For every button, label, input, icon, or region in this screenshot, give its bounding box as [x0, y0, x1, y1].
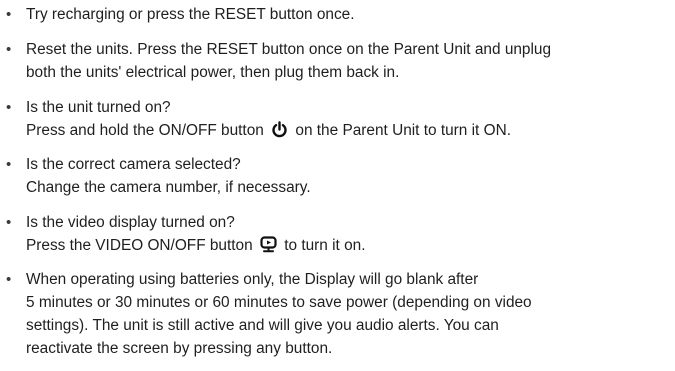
bullet: •: [6, 99, 12, 116]
item-question: Is the unit turned on?: [26, 99, 171, 116]
bullet: •: [6, 271, 12, 288]
item-instruction: Press and hold the ON/OFF button on the …: [26, 119, 511, 142]
bullet: •: [6, 214, 12, 231]
item-question: Is the video display turned on?: [26, 214, 235, 231]
item-text: Reset the units. Press the RESET button …: [26, 41, 552, 58]
item-text: When operating using batteries only, the…: [26, 271, 479, 288]
item-text: both the units' electrical power, then p…: [26, 64, 400, 81]
instruction-text-after: on the Parent Unit to turn it ON.: [295, 122, 511, 139]
power-icon: [271, 121, 288, 138]
item-text: settings). The unit is still active and …: [26, 317, 499, 334]
instruction-text-before: Press and hold the ON/OFF button: [26, 122, 264, 139]
item-text: reactivate the screen by pressing any bu…: [26, 340, 333, 357]
item-instruction: Press the VIDEO ON/OFF button to turn it…: [26, 234, 366, 257]
item-text: Try recharging or press the RESET button…: [26, 6, 355, 23]
instruction-text-after: to turn it on.: [284, 237, 366, 254]
item-question: Is the correct camera selected?: [26, 156, 241, 173]
bullet: •: [6, 41, 12, 58]
item-text: 5 minutes or 30 minutes or 60 minutes to…: [26, 294, 532, 311]
item-instruction: Change the camera number, if necessary.: [26, 179, 311, 196]
bullet: •: [6, 6, 12, 23]
bullet: •: [6, 156, 12, 173]
instruction-text-before: Press the VIDEO ON/OFF button: [26, 237, 253, 254]
video-display-icon: [260, 236, 277, 253]
